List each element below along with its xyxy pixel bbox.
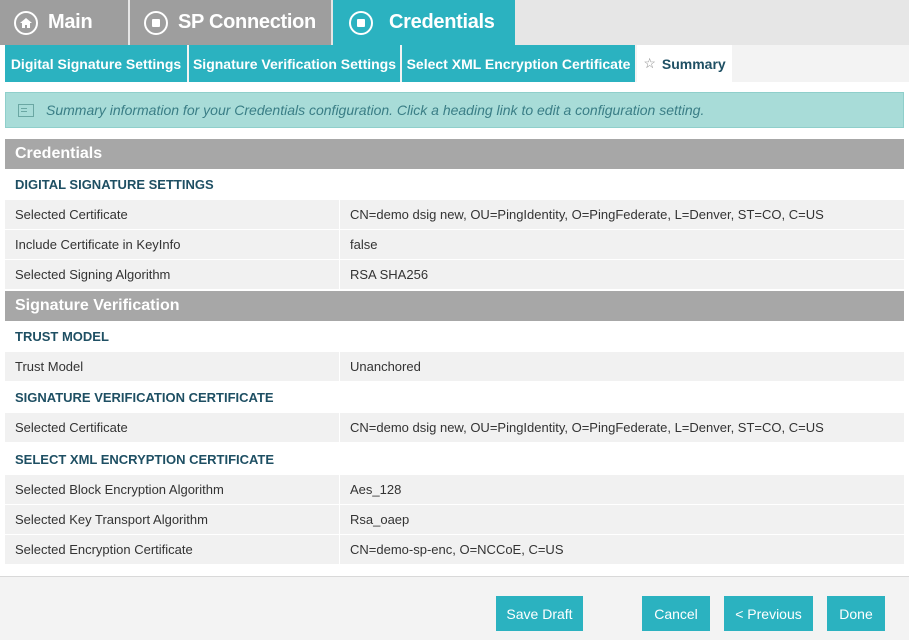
heading-trust-model[interactable]: TRUST MODEL — [5, 321, 904, 351]
subtab-digital-signature-settings[interactable]: Digital Signature Settings — [5, 45, 187, 82]
home-icon — [14, 10, 38, 35]
row-key: Selected Signing Algorithm — [5, 260, 340, 289]
table-row: Include Certificate in KeyInfo false — [5, 230, 904, 260]
done-button[interactable]: Done — [827, 596, 885, 631]
table-row: Selected Signing Algorithm RSA SHA256 — [5, 260, 904, 290]
table-row: Selected Encryption Certificate CN=demo-… — [5, 535, 904, 565]
subtab-summary-label: Summary — [661, 55, 726, 72]
table-row: Selected Block Encryption Algorithm Aes_… — [5, 475, 904, 505]
row-value: RSA SHA256 — [350, 267, 429, 282]
row-key: Selected Key Transport Algorithm — [5, 505, 340, 534]
previous-button[interactable]: < Previous — [724, 596, 813, 631]
table-row: Trust Model Unanchored — [5, 352, 904, 382]
row-value: CN=demo-sp-enc, O=NCCoE, C=US — [350, 542, 564, 557]
row-value: CN=demo dsig new, OU=PingIdentity, O=Pin… — [350, 420, 824, 435]
row-key: Trust Model — [5, 352, 340, 381]
row-value: false — [350, 237, 378, 252]
row-key: Selected Certificate — [5, 413, 340, 442]
star-icon: ☆ — [643, 55, 656, 71]
tab-sp-connection-label: SP Connection — [178, 11, 316, 33]
table-row: Selected Certificate CN=demo dsig new, O… — [5, 413, 904, 443]
stop-icon — [144, 10, 168, 35]
info-panel-icon — [18, 103, 34, 117]
sub-tab-bar: Digital Signature Settings Signature Ver… — [5, 45, 909, 82]
row-value: Unanchored — [350, 359, 421, 374]
tab-credentials[interactable]: Credentials — [333, 0, 515, 45]
row-key: Selected Certificate — [5, 200, 340, 229]
cancel-button[interactable]: Cancel — [642, 596, 710, 631]
heading-digital-signature-settings[interactable]: DIGITAL SIGNATURE SETTINGS — [5, 169, 904, 199]
row-value: Aes_128 — [350, 482, 402, 497]
row-key: Selected Block Encryption Algorithm — [5, 475, 340, 504]
info-text: Summary information for your Credentials… — [46, 102, 705, 118]
tab-main-label: Main — [48, 11, 93, 33]
row-value: CN=demo dsig new, OU=PingIdentity, O=Pin… — [350, 207, 824, 222]
heading-signature-verification-certificate[interactable]: SIGNATURE VERIFICATION CERTIFICATE — [5, 382, 904, 412]
subtab-signature-verification-settings[interactable]: Signature Verification Settings — [189, 45, 400, 82]
tab-credentials-label: Credentials — [389, 11, 495, 33]
heading-select-xml-encryption-certificate[interactable]: SELECT XML ENCRYPTION CERTIFICATE — [5, 444, 904, 474]
save-draft-button[interactable]: Save Draft — [496, 596, 583, 631]
info-message: Summary information for your Credentials… — [5, 92, 904, 128]
tab-main[interactable]: Main — [0, 0, 128, 45]
table-row: Selected Key Transport Algorithm Rsa_oae… — [5, 505, 904, 535]
row-value: Rsa_oaep — [350, 512, 410, 527]
top-tab-bar: Main SP Connection Credentials — [0, 0, 909, 45]
stop-icon — [349, 10, 373, 35]
row-key: Selected Encryption Certificate — [5, 535, 340, 564]
section-signature-verification-header: Signature Verification — [5, 291, 904, 321]
row-key: Include Certificate in KeyInfo — [5, 230, 340, 259]
section-credentials-header: Credentials — [5, 139, 904, 169]
table-row: Selected Certificate CN=demo dsig new, O… — [5, 200, 904, 230]
tab-sp-connection[interactable]: SP Connection — [130, 0, 331, 45]
subtab-select-xml-encryption-certificate[interactable]: Select XML Encryption Certificate — [402, 45, 635, 82]
subtab-summary[interactable]: ☆ Summary — [637, 45, 732, 82]
